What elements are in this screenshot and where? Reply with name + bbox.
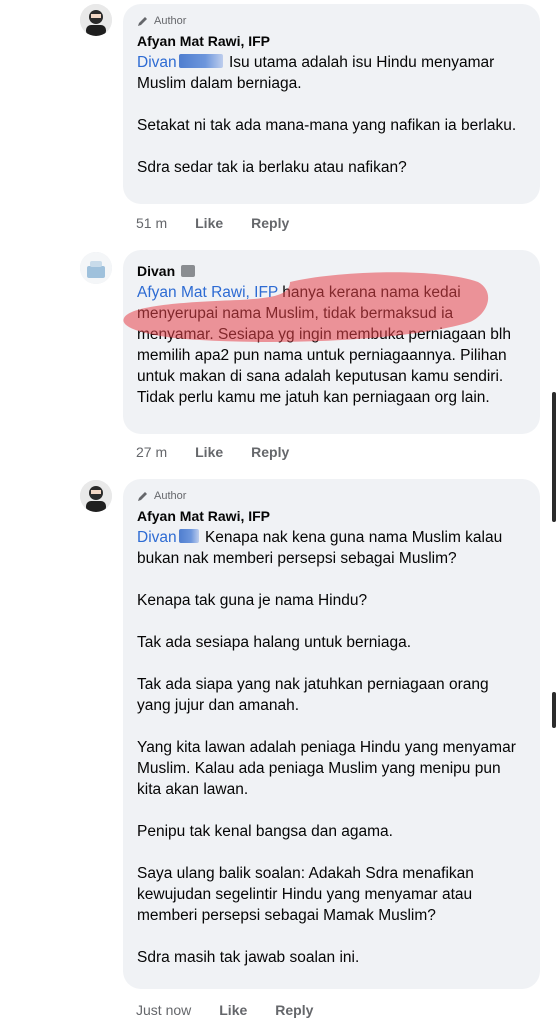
comment-text: Afyan Mat Rawi, IFP hanya kerana nama ke… <box>137 282 526 408</box>
comment-text: Divan Kenapa nak kena guna nama Muslim k… <box>137 527 526 968</box>
comment-bubble: Divan Afyan Mat Rawi, IFP hanya kerana n… <box>123 250 540 434</box>
comment-text-body: hanya kerana nama kedai menyerupai nama … <box>137 284 516 406</box>
author-badge: Author <box>137 489 526 503</box>
mention-link[interactable]: Divan <box>137 529 177 546</box>
commenter-name[interactable]: Afyan Mat Rawi, IFP <box>137 32 526 50</box>
avatar[interactable] <box>80 4 112 36</box>
reply-button[interactable]: Reply <box>275 1002 313 1018</box>
scrollbar-bottom[interactable] <box>552 692 556 728</box>
comment-text-body: Isu utama adalah isu Hindu menyamar Musl… <box>137 54 517 176</box>
like-button[interactable]: Like <box>195 215 223 231</box>
commenter-name[interactable]: Afyan Mat Rawi, IFP <box>137 507 526 525</box>
comment-actions: Just now Like Reply <box>136 1002 341 1018</box>
avatar-icon <box>80 480 112 512</box>
comment-time: Just now <box>136 1002 192 1018</box>
avatar[interactable] <box>80 480 112 512</box>
commenter-name-text: Divan <box>137 263 176 279</box>
mention-link[interactable]: Divan <box>137 54 177 71</box>
comment-bubble: Author Afyan Mat Rawi, IFP Divan Isu uta… <box>123 4 540 204</box>
comment-bubble: Author Afyan Mat Rawi, IFP Divan Kenapa … <box>123 479 540 989</box>
comment-actions: 27 m Like Reply <box>136 444 317 460</box>
comment-actions: 51 m Like Reply <box>136 215 317 231</box>
author-badge-label: Author <box>154 15 187 27</box>
pencil-icon <box>137 15 149 27</box>
reply-button[interactable]: Reply <box>251 444 289 460</box>
reply-button[interactable]: Reply <box>251 215 289 231</box>
avatar[interactable] <box>80 252 112 284</box>
author-badge-label: Author <box>154 490 187 502</box>
avatar-icon <box>80 252 112 284</box>
redaction-mark <box>181 265 196 277</box>
redaction-mark <box>178 529 199 543</box>
mention-link[interactable]: Afyan Mat Rawi, IFP <box>137 284 278 301</box>
like-button[interactable]: Like <box>219 1002 247 1018</box>
like-button[interactable]: Like <box>195 444 223 460</box>
avatar-icon <box>80 4 112 36</box>
comment-time: 51 m <box>136 215 168 231</box>
comment-time: 27 m <box>136 444 168 460</box>
author-badge: Author <box>137 14 526 28</box>
pencil-icon <box>137 490 149 502</box>
scrollbar-top[interactable] <box>552 392 556 522</box>
commenter-name[interactable]: Divan <box>137 262 526 280</box>
redaction-mark <box>178 54 223 68</box>
comment-text: Divan Isu utama adalah isu Hindu menyama… <box>137 52 526 178</box>
comment-text-body: Kenapa nak kena guna nama Muslim kalau b… <box>137 529 516 966</box>
